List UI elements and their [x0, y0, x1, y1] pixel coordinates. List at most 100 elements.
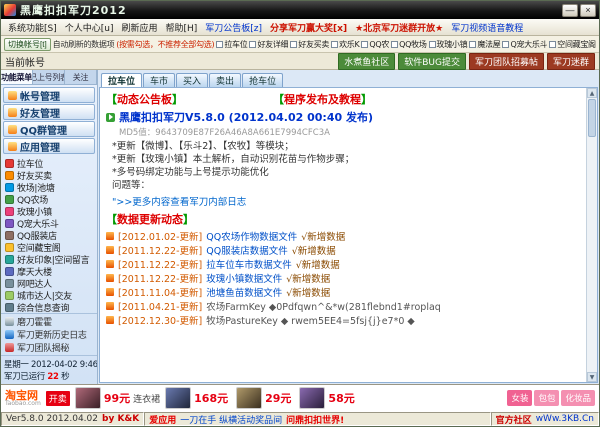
link-bug-report[interactable]: 软件BUG提交	[398, 53, 466, 70]
item-ranch-pond[interactable]: 牧场|池塘	[3, 181, 95, 193]
apps-icon	[8, 142, 17, 151]
menubar: 系统功能[S] 个人中心[u] 刷新应用 帮助[H] 军刀公告板[z] 分享军刀…	[1, 19, 599, 36]
group-friend-management[interactable]: 好友管理	[3, 104, 95, 120]
cb-friend-detail[interactable]: 好友详细	[249, 39, 288, 50]
checkbox-icon[interactable]	[549, 41, 556, 48]
checkbox-icon[interactable]	[331, 41, 338, 48]
announcement-line: *多号码绑定功能与上号提示功能优化	[112, 166, 581, 179]
update-row: [2011.11.04-更新]池塘鱼苗数据文件√新增数据	[106, 285, 581, 299]
item-pet-fight[interactable]: Q宠大乐斗	[3, 217, 95, 229]
runtime-line: 军刀已运行 22 秒	[4, 370, 94, 382]
menu-help[interactable]: 帮助[H]	[162, 21, 202, 34]
menu-share-prize[interactable]: 分享军刀赢大奖[x]	[266, 21, 351, 34]
cb-pet-fight[interactable]: Q宠大乐斗	[502, 39, 547, 50]
item-city-expert[interactable]: 城市达人|交友	[3, 289, 95, 301]
checkbox-icon[interactable]	[361, 41, 368, 48]
refresh-bar: 切换帐号[t] 自动刷新的数据项 (按需勾选，不推荐全部勾选) 拉车位 好友详细…	[1, 36, 599, 53]
menu-system[interactable]: 系统功能[S]	[4, 21, 61, 34]
item-treasure[interactable]: 空间藏宝阁	[3, 241, 95, 253]
link-fans-group[interactable]: 军刀迷群	[547, 53, 595, 70]
tab-function-menu[interactable]: 功能菜单	[1, 70, 33, 84]
item-netbar-expert[interactable]: 网吧达人	[3, 277, 95, 289]
sidebar: 功能菜单 已上号列表 关注 帐号管理 好友管理 QQ群管理 应用管理 拉车位 好…	[1, 70, 98, 384]
main-tab-buy[interactable]: 买入	[176, 73, 208, 87]
ad-product[interactable]: 168元	[165, 387, 231, 409]
link-community-forum[interactable]: 水煮鱼社区	[338, 53, 395, 70]
menu-video-tutorial[interactable]: 军刀视频语音教程	[447, 21, 527, 34]
group-qq-group-management[interactable]: QQ群管理	[3, 121, 95, 137]
scrollbar-thumb[interactable]	[588, 99, 596, 137]
cb-friend-trade[interactable]: 好友买卖	[290, 39, 329, 50]
item-skyscraper[interactable]: 摩天大楼	[3, 265, 95, 277]
menu-announcement-board[interactable]: 军刀公告板[z]	[201, 21, 266, 34]
group-app-management[interactable]: 应用管理	[3, 138, 95, 154]
cb-rose-town[interactable]: 玫瑰小镇	[429, 39, 468, 50]
minimize-button[interactable]: —	[562, 4, 578, 17]
item-impression-message[interactable]: 好友印象|空间留言	[3, 253, 95, 265]
slogan-part: 爱应用	[149, 413, 176, 426]
item-parking[interactable]: 拉车位	[3, 157, 95, 169]
ad-product[interactable]: 99元连衣裙	[75, 387, 160, 409]
item-clothes-shop[interactable]: QQ服装店	[3, 229, 95, 241]
scroll-up-arrow[interactable]: ▲	[587, 88, 597, 98]
main-tab-grab[interactable]: 抢车位	[242, 73, 283, 87]
item-qq-farm[interactable]: QQ农场	[3, 193, 95, 205]
ad-product[interactable]: 58元	[299, 387, 357, 409]
updates-header-row: 【数据更新动态】	[106, 211, 581, 227]
menu-refresh-apps[interactable]: 刷新应用	[117, 21, 161, 34]
official-site-url[interactable]: wWw.3KB.Cn	[536, 414, 594, 424]
runtime-value: 22	[47, 372, 58, 382]
vertical-scrollbar[interactable]: ▲ ▼	[586, 88, 597, 382]
friends-icon	[8, 108, 17, 117]
cb-parking[interactable]: 拉车位	[216, 39, 247, 50]
group-account-management[interactable]: 帐号管理	[3, 87, 95, 103]
main-tab-parking[interactable]: 拉车位	[101, 73, 142, 87]
sale-badge[interactable]: 开卖	[46, 391, 70, 406]
checkbox-icon[interactable]	[429, 41, 436, 48]
tab-logged-accounts[interactable]: 已上号列表	[33, 70, 65, 84]
checkbox-icon[interactable]	[249, 41, 256, 48]
main-tab-sell[interactable]: 卖出	[209, 73, 241, 87]
tool-sharpen[interactable]: 磨刀霍霍	[3, 315, 95, 328]
cb-treasure[interactable]: 空间藏宝阁	[549, 39, 596, 50]
checkbox-icon[interactable]	[216, 41, 223, 48]
tool-update-history[interactable]: 军刀更新历史日志	[3, 328, 95, 341]
tool-team-secret[interactable]: 军刀团队揭秘	[3, 341, 95, 354]
more-log-link[interactable]: ">>更多内容查看军刀内部日志	[112, 194, 581, 208]
tag-bags[interactable]: 包包	[534, 390, 559, 406]
ad-product[interactable]: 29元	[236, 387, 294, 409]
checkbox-icon[interactable]	[290, 41, 297, 48]
update-row: [2011.12.22-更新]玫瑰小镇数据文件√新增数据	[106, 271, 581, 285]
item-friend-trade[interactable]: 好友买卖	[3, 169, 95, 181]
tab-follow[interactable]: 关注	[65, 70, 97, 84]
close-button[interactable]: ×	[580, 4, 596, 17]
taobao-logo[interactable]: 淘宝网 Taobao.com	[5, 390, 41, 407]
updates-header: 【数据更新动态】	[106, 211, 194, 227]
cb-qq-farm[interactable]: QQ农	[361, 39, 389, 50]
announcement-line: *更新【玫瑰小镇】本土解析，自动识别花苗与作物步骤；	[112, 153, 581, 166]
cb-qq-ranch[interactable]: QQ牧场	[391, 39, 426, 50]
menu-personal-center[interactable]: 个人中心[u]	[61, 21, 118, 34]
cb-magic-house[interactable]: 魔法屋	[469, 39, 500, 50]
checkbox-icon[interactable]	[469, 41, 476, 48]
menu-beijing-fans-group[interactable]: ★北京军刀迷群开放★	[351, 21, 447, 34]
update-row: [2011.12.22-更新]QQ服装店数据文件√新增数据	[106, 243, 581, 257]
main-tab-car-market[interactable]: 车市	[143, 73, 175, 87]
data-file-icon	[106, 274, 114, 282]
friends-trade-icon	[5, 171, 14, 180]
item-rose-town[interactable]: 玫瑰小镇	[3, 205, 95, 217]
tag-cosmetics[interactable]: 化妆品	[561, 390, 595, 406]
scroll-down-arrow[interactable]: ▼	[587, 372, 597, 382]
tag-women-clothes[interactable]: 女装	[507, 390, 532, 406]
checkbox-icon[interactable]	[391, 41, 398, 48]
md5-line: MD5值：9643709E87F26A46A8A661E7994CFC3A	[119, 126, 581, 138]
history-icon	[5, 330, 14, 339]
checkbox-icon[interactable]	[502, 41, 509, 48]
link-team-recruit[interactable]: 军刀团队招募帖	[469, 53, 544, 70]
version-panel: Ver5.8.0 2012.04.02 by K&K	[1, 412, 144, 426]
item-info-query[interactable]: 综合信息查询	[3, 301, 95, 312]
cb-happy-k[interactable]: 欢乐K	[331, 39, 359, 50]
data-file-icon	[106, 246, 114, 254]
scrollbar-track[interactable]	[587, 98, 597, 372]
switch-account-button[interactable]: 切换帐号[t]	[4, 38, 51, 51]
